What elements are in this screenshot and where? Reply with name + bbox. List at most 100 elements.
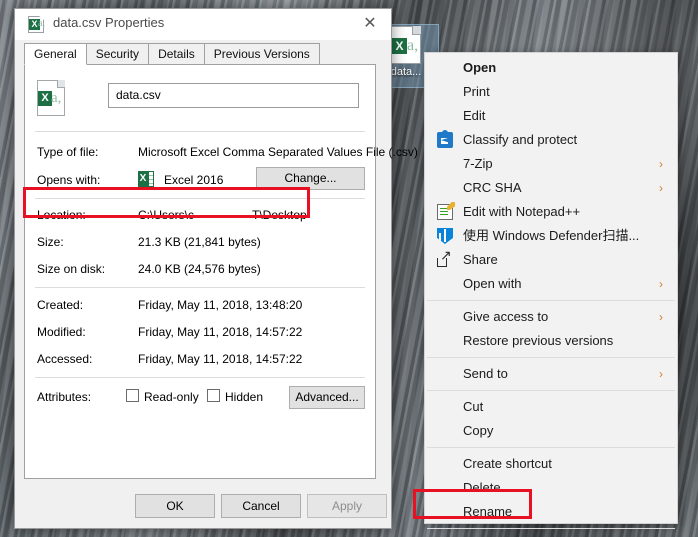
menu-item-label: Copy bbox=[463, 423, 494, 438]
opens-with-label: Opens with: bbox=[37, 173, 101, 187]
menu-item-label: Open bbox=[463, 60, 497, 75]
menu-item-label: Cut bbox=[463, 399, 484, 414]
menu-item-label: 7-Zip bbox=[463, 156, 493, 171]
chevron-right-icon: › bbox=[659, 367, 663, 381]
opens-with-value: Excel 2016 bbox=[164, 173, 224, 187]
csv-file-icon-small: X a, bbox=[28, 16, 45, 33]
size-label: Size: bbox=[37, 235, 64, 249]
advanced-button[interactable]: Advanced... bbox=[289, 386, 365, 409]
tab-general[interactable]: General bbox=[24, 43, 87, 65]
excel-x-glyph-large: X bbox=[38, 91, 52, 106]
divider-3 bbox=[35, 287, 365, 288]
menu-item-print[interactable]: Print bbox=[425, 80, 677, 104]
csv-comma-glyph-large: a, bbox=[51, 90, 62, 106]
menu-item-share[interactable]: Share bbox=[425, 247, 677, 272]
menu-item-properties[interactable]: Properties bbox=[425, 533, 677, 537]
menu-item-7-zip[interactable]: 7-Zip › bbox=[425, 152, 677, 176]
size-on-disk-value: 24.0 KB (24,576 bytes) bbox=[138, 262, 261, 276]
menu-item-label: Create shortcut bbox=[463, 456, 552, 471]
hidden-label: Hidden bbox=[225, 390, 264, 404]
created-label: Created: bbox=[37, 298, 84, 312]
menu-separator bbox=[427, 447, 675, 448]
csv-comma-glyph-small: a, bbox=[38, 18, 45, 29]
excel-app-x-glyph: X bbox=[138, 171, 148, 187]
menu-separator bbox=[427, 390, 675, 391]
excel-app-icon: X bbox=[138, 171, 154, 187]
modified-label: Modified: bbox=[37, 325, 86, 339]
menu-item-windows-defender-scan[interactable]: 使用 Windows Defender扫描... bbox=[425, 224, 677, 248]
filename-input[interactable]: data.csv bbox=[108, 83, 359, 108]
location-value-start: C:\Users\c bbox=[138, 208, 195, 222]
close-icon[interactable]: ✕ bbox=[349, 9, 391, 39]
cancel-button[interactable]: Cancel bbox=[221, 494, 301, 518]
menu-item-open[interactable]: Open bbox=[425, 56, 677, 80]
menu-item-edit[interactable]: Edit bbox=[425, 104, 677, 128]
chevron-right-icon: › bbox=[659, 277, 663, 291]
menu-item-label: Edit bbox=[463, 108, 486, 123]
csv-file-icon-large: X a, bbox=[37, 80, 65, 116]
apply-button: Apply bbox=[307, 494, 387, 518]
size-on-disk-label: Size on disk: bbox=[37, 262, 106, 276]
divider-4 bbox=[35, 377, 365, 378]
menu-item-edit-with-notepadpp[interactable]: Edit with Notepad++ bbox=[425, 200, 677, 224]
chevron-right-icon: › bbox=[659, 310, 663, 324]
menu-item-label: Share bbox=[463, 252, 498, 267]
csv-comma-glyph: a, bbox=[407, 37, 419, 54]
menu-item-cut[interactable]: Cut bbox=[425, 395, 677, 419]
excel-x-glyph: X bbox=[392, 38, 407, 54]
menu-item-label: Classify and protect bbox=[463, 132, 578, 147]
excel-app-grid bbox=[148, 171, 154, 187]
dialog-titlebar: X a, data.csv Properties ✕ bbox=[15, 9, 391, 40]
chevron-right-icon: › bbox=[659, 181, 663, 195]
modified-value: Friday, May 11, 2018, 14:57:22 bbox=[138, 325, 303, 339]
created-value: Friday, May 11, 2018, 13:48:20 bbox=[138, 298, 303, 312]
menu-item-label: Delete bbox=[463, 480, 501, 495]
menu-item-open-with[interactable]: Open with › bbox=[425, 272, 677, 296]
tab-previous-versions[interactable]: Previous Versions bbox=[203, 43, 320, 65]
context-menu: Open Print Edit Classify and protect 7-Z… bbox=[424, 52, 678, 529]
readonly-checkbox[interactable] bbox=[126, 389, 139, 402]
hidden-checkbox[interactable] bbox=[207, 389, 220, 402]
dialog-title: data.csv Properties bbox=[53, 15, 165, 30]
windows-defender-shield-icon bbox=[437, 228, 453, 244]
menu-item-label: Restore previous versions bbox=[463, 333, 614, 348]
divider-2 bbox=[35, 198, 365, 199]
menu-separator bbox=[427, 300, 675, 301]
menu-separator bbox=[427, 357, 675, 358]
size-value: 21.3 KB (21,841 bytes) bbox=[138, 235, 261, 249]
menu-item-send-to[interactable]: Send to › bbox=[425, 362, 677, 386]
menu-item-label: Edit with Notepad++ bbox=[463, 204, 581, 219]
menu-item-rename[interactable]: Rename bbox=[425, 500, 677, 524]
tab-security[interactable]: Security bbox=[85, 43, 150, 65]
type-of-file-label: Type of file: bbox=[37, 145, 99, 159]
ok-button[interactable]: OK bbox=[135, 494, 215, 518]
menu-item-create-shortcut[interactable]: Create shortcut bbox=[425, 452, 677, 476]
divider-1 bbox=[35, 131, 365, 132]
type-of-file-value: Microsoft Excel Comma Separated Values F… bbox=[138, 145, 418, 159]
tab-details[interactable]: Details bbox=[148, 43, 205, 65]
menu-item-label: Give access to bbox=[463, 309, 549, 324]
chevron-right-icon: › bbox=[659, 157, 663, 171]
menu-item-label: Rename bbox=[463, 504, 513, 519]
tab-strip: General Security Details Previous Versions bbox=[24, 43, 320, 65]
menu-item-delete[interactable]: Delete bbox=[425, 476, 677, 500]
accessed-label: Accessed: bbox=[37, 352, 93, 366]
attributes-label: Attributes: bbox=[37, 390, 92, 404]
menu-item-crc-sha[interactable]: CRC SHA › bbox=[425, 176, 677, 200]
menu-item-restore-previous-versions[interactable]: Restore previous versions bbox=[425, 329, 677, 353]
menu-item-label: CRC SHA bbox=[463, 180, 522, 195]
share-arrow-icon bbox=[437, 247, 453, 268]
change-button[interactable]: Change... bbox=[256, 167, 365, 190]
menu-item-label: Print bbox=[463, 84, 490, 99]
menu-item-classify-and-protect[interactable]: Classify and protect bbox=[425, 128, 677, 152]
filename-row: X a, data.csv bbox=[33, 79, 365, 123]
menu-item-give-access-to[interactable]: Give access to › bbox=[425, 305, 677, 329]
location-label: Location: bbox=[37, 208, 86, 222]
location-value-end: T\Desktop bbox=[252, 208, 307, 222]
notepad-plus-plus-icon bbox=[437, 204, 453, 220]
readonly-label: Read-only bbox=[144, 390, 199, 404]
menu-item-label: Open with bbox=[463, 276, 522, 291]
menu-item-label: 使用 Windows Defender扫描... bbox=[463, 228, 640, 243]
menu-item-copy[interactable]: Copy bbox=[425, 419, 677, 443]
accessed-value: Friday, May 11, 2018, 14:57:22 bbox=[138, 352, 303, 366]
